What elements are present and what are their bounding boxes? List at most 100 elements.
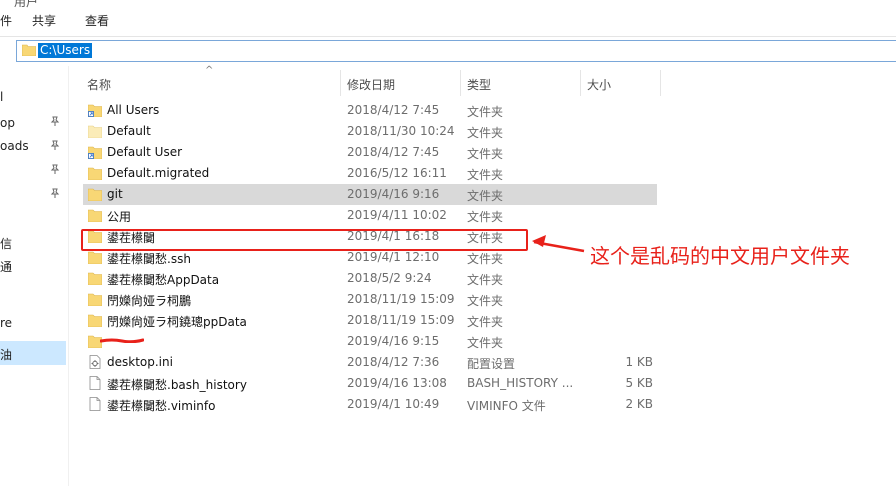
highlight-box <box>81 229 528 251</box>
file-type: 文件夹 <box>467 273 504 287</box>
nav-item-selected[interactable]: 油 <box>0 346 12 363</box>
table-row[interactable]: desktop.ini 2018/4/12 7:36 配置设置 1 KB <box>83 352 657 373</box>
file-date: 2018/5/2 9:24 <box>347 271 432 285</box>
nav-item[interactable]: 信 <box>0 235 12 252</box>
column-separator[interactable] <box>580 70 581 96</box>
nav-item[interactable]: re <box>0 316 12 330</box>
folder-shortcut-icon <box>88 104 102 117</box>
table-row[interactable]: All Users 2018/4/12 7:45 文件夹 <box>83 100 657 121</box>
file-icon <box>89 397 101 411</box>
redaction-mark <box>100 338 144 343</box>
tab-view[interactable]: 查看 <box>85 12 109 29</box>
file-icon <box>89 376 101 390</box>
sort-ascending-icon: ^ <box>205 65 214 76</box>
table-row[interactable]: 鍙茬櫒闄愁.bash_history 2019/4/16 13:08 BASH_HI… <box>83 373 657 394</box>
file-date: 2019/4/11 10:02 <box>347 208 447 222</box>
folder-icon <box>22 44 36 56</box>
folder-icon <box>88 251 102 264</box>
file-type: 文件夹 <box>467 210 504 224</box>
file-date: 2019/4/16 9:16 <box>347 187 440 201</box>
file-name: Default.migrated <box>107 166 210 180</box>
file-type: 文件夹 <box>467 189 504 203</box>
file-type: 文件夹 <box>467 168 504 182</box>
file-type: 文件夹 <box>467 252 504 266</box>
file-date: 2018/4/12 7:45 <box>347 145 440 159</box>
settings-file-icon <box>89 355 101 369</box>
file-size: 5 KB <box>625 376 653 390</box>
column-separator[interactable] <box>660 70 661 96</box>
file-size: 2 KB <box>625 397 653 411</box>
folder-icon <box>88 209 102 222</box>
folder-hidden-icon <box>88 125 102 138</box>
table-row[interactable]: 2019/4/16 9:15 文件夹 <box>83 331 657 352</box>
file-date: 2016/5/12 16:11 <box>347 166 447 180</box>
table-row[interactable]: Default User 2018/4/12 7:45 文件夹 <box>83 142 657 163</box>
table-row[interactable]: 閅嬫尙娅ラ柌鐃璁ppData 2018/11/19 15:09 文件夹 <box>83 310 657 331</box>
column-header-name[interactable]: 名称 <box>87 76 111 93</box>
tab-file[interactable]: 件 <box>0 12 12 29</box>
table-row[interactable]: 閅嬫尙娅ラ柌鵬 2018/11/19 15:09 文件夹 <box>83 289 657 310</box>
file-name: desktop.ini <box>107 355 173 369</box>
column-separator[interactable] <box>340 70 341 96</box>
folder-icon <box>88 314 102 327</box>
file-name: All Users <box>107 103 160 117</box>
pin-icon[interactable] <box>50 164 60 174</box>
table-row[interactable]: Default 2018/11/30 10:24 文件夹 <box>83 121 657 142</box>
file-name: git <box>107 187 123 201</box>
window-title: 用户 <box>14 0 39 9</box>
column-header-type[interactable]: 类型 <box>467 76 491 93</box>
nav-item[interactable]: l <box>0 90 3 104</box>
table-row[interactable]: 鍙茬櫒闄愁.viminfo 2019/4/1 10:49 VIMINFO 文件 2 K… <box>83 394 657 415</box>
file-date: 2018/4/12 7:36 <box>347 355 440 369</box>
annotation-text: 这个是乱码的中文用户文件夹 <box>590 244 850 268</box>
file-type: 文件夹 <box>467 105 504 119</box>
nav-pane-divider <box>68 66 69 486</box>
address-path[interactable]: C:\Users <box>38 43 93 58</box>
file-size: 1 KB <box>625 355 653 369</box>
folder-icon <box>88 272 102 285</box>
pin-icon[interactable] <box>50 188 60 198</box>
folder-shortcut-icon <box>88 146 102 159</box>
file-type: 文件夹 <box>467 315 504 329</box>
file-name: 閅嬫尙娅ラ柌鵬 <box>107 294 192 308</box>
nav-item[interactable]: 通 <box>0 258 12 275</box>
file-date: 2018/11/30 10:24 <box>347 124 455 138</box>
address-bar[interactable] <box>16 40 896 62</box>
pin-icon[interactable] <box>50 116 60 126</box>
pin-icon[interactable] <box>50 140 60 150</box>
folder-icon <box>88 167 102 180</box>
file-type: 配置设置 <box>467 357 516 371</box>
ribbon: 用户 件 共享 查看 <box>0 0 896 36</box>
file-date: 2019/4/16 9:15 <box>347 334 440 348</box>
file-name: 鍙茬櫒闄愁AppData <box>107 273 220 287</box>
table-row[interactable]: Default.migrated 2016/5/12 16:11 文件夹 <box>83 163 657 184</box>
file-name: 閅嬫尙娅ラ柌鐃璁ppData <box>107 315 247 329</box>
table-row[interactable]: git 2019/4/16 9:16 文件夹 <box>83 184 657 205</box>
file-date: 2019/4/16 13:08 <box>347 376 447 390</box>
ribbon-divider <box>0 36 896 37</box>
column-header-date[interactable]: 修改日期 <box>347 76 395 93</box>
table-row[interactable]: 鍙茬櫒闄愁AppData 2018/5/2 9:24 文件夹 <box>83 268 657 289</box>
column-separator[interactable] <box>460 70 461 96</box>
tab-share[interactable]: 共享 <box>32 12 56 29</box>
file-date: 2018/4/12 7:45 <box>347 103 440 117</box>
column-header-size[interactable]: 大小 <box>587 76 611 93</box>
file-date: 2018/11/19 15:09 <box>347 313 455 327</box>
file-name: 公用 <box>107 210 132 224</box>
table-row[interactable]: 公用 2019/4/11 10:02 文件夹 <box>83 205 657 226</box>
file-name: Default <box>107 124 151 138</box>
nav-item-desktop[interactable]: op <box>0 116 15 130</box>
file-date: 2018/11/19 15:09 <box>347 292 455 306</box>
file-type: 文件夹 <box>467 294 504 308</box>
file-name: 鍙茬櫒闄愁.viminfo <box>107 399 216 413</box>
file-date: 2019/4/1 10:49 <box>347 397 440 411</box>
file-type: 文件夹 <box>467 336 504 350</box>
file-date: 2019/4/1 12:10 <box>347 250 440 264</box>
file-name: Default User <box>107 145 183 159</box>
folder-icon <box>88 293 102 306</box>
arrow-left-icon <box>532 235 585 253</box>
folder-icon <box>88 188 102 201</box>
file-type: VIMINFO 文件 <box>467 399 546 413</box>
nav-item-downloads[interactable]: oads <box>0 139 29 153</box>
file-type: 文件夹 <box>467 147 504 161</box>
